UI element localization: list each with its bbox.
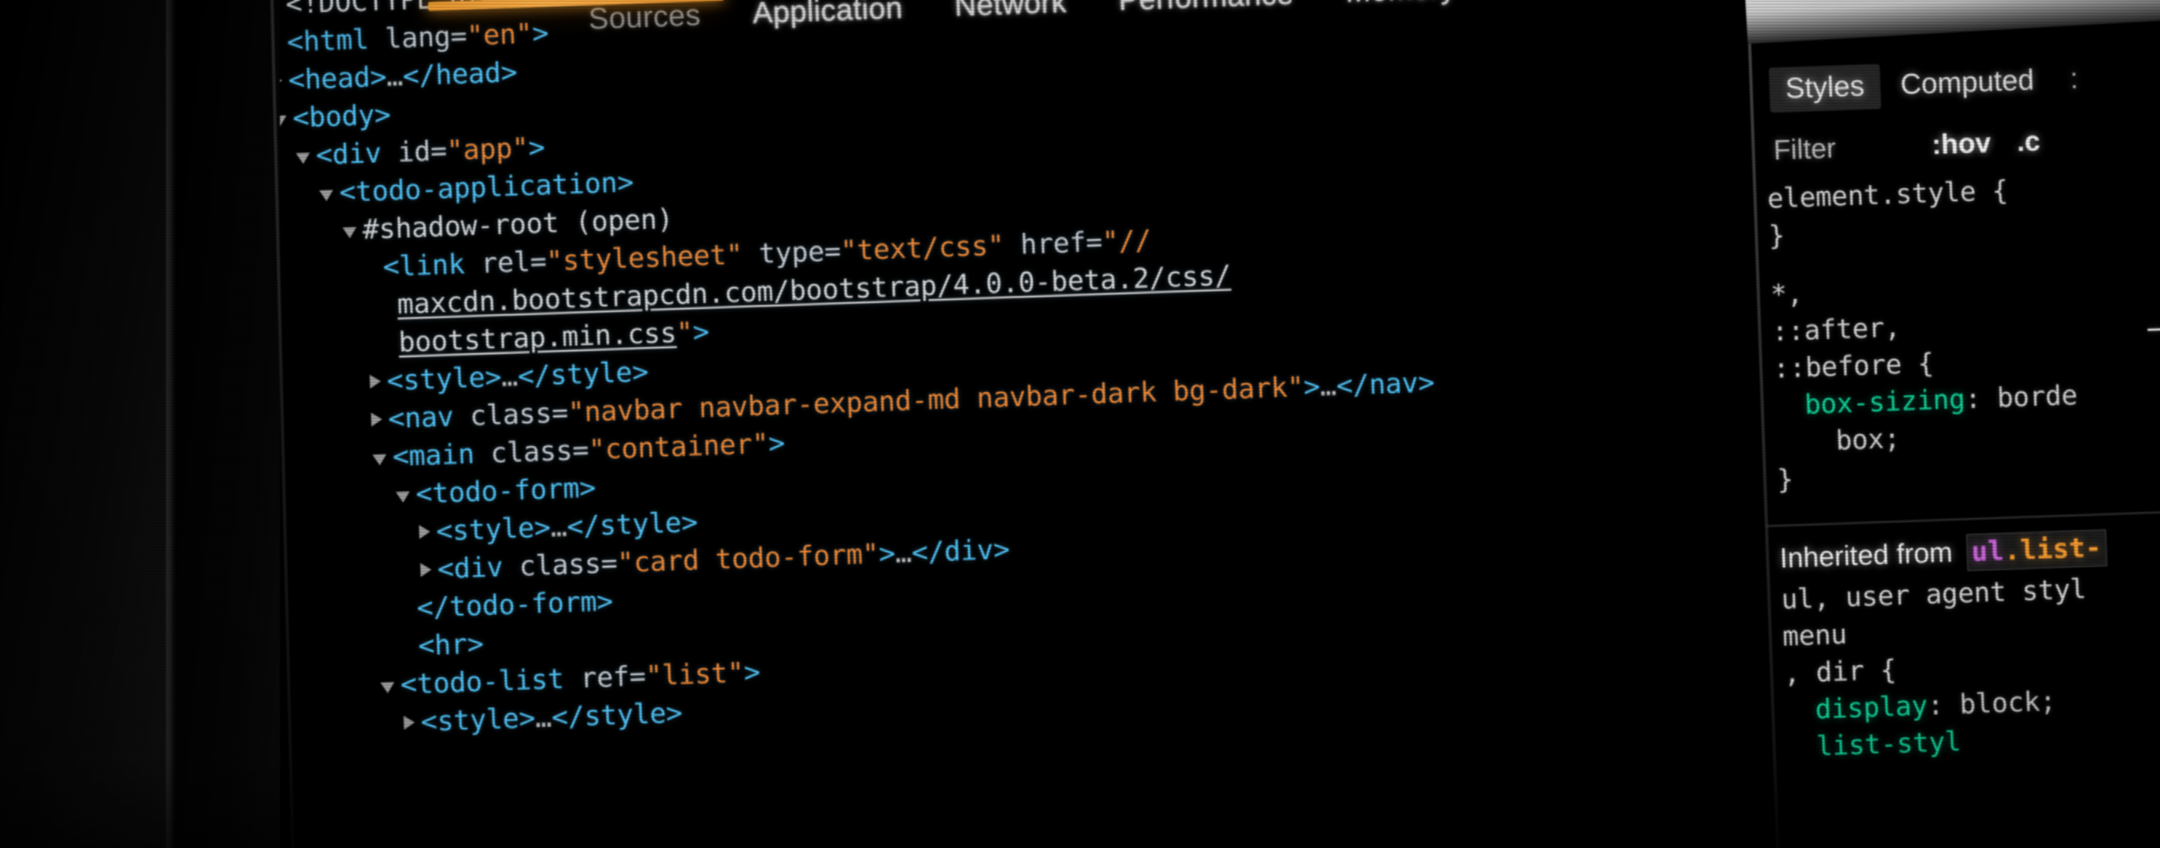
more-tabs-chevron-icon[interactable]: » [1481,0,1543,9]
dom-token-tag: </style> [566,506,699,543]
devtools-screen-photo: SourcesApplicationNetworkPerformanceMemo… [0,0,2160,848]
tab-styles[interactable]: Styles [1768,63,1882,113]
dom-token-tag: > [1303,370,1321,404]
monitor-bezel-left [0,0,172,848]
collapse-arrow-icon[interactable] [372,454,387,466]
prop-box-sizing[interactable]: box-sizing [1804,384,1966,421]
elements-dom-tree[interactable]: <!DOCTYPE html> <html lang="en"> <head>…</… [268,0,1435,848]
dom-token-ell: … [894,536,913,570]
prop-separator-2: : [1926,689,1961,722]
value-box-sizing[interactable]: borde [1997,380,2078,414]
dom-token-ell: … [1319,369,1337,403]
dom-token-attr: class= [490,434,590,470]
dom-token-attr: href= [1003,226,1103,262]
prop-display[interactable]: display [1815,691,1928,726]
value-display[interactable]: block; [1959,686,2056,720]
inherited-from-element[interactable]: ul.list- [1965,529,2108,572]
dom-token-tag: <todo-list [399,662,581,701]
dom-token-tag: </nav> [1335,366,1435,402]
tab-performance[interactable]: Performance [1092,0,1320,23]
hov-toggle-button[interactable]: :hov [1931,127,1991,161]
collapse-arrow-icon[interactable] [295,152,311,165]
dom-token-tag: <style> [420,702,536,739]
dom-token-tag: <style> [386,361,502,398]
dom-token-val: "list" [645,656,745,693]
dom-token-val: "stylesheet" [545,238,744,278]
filter-input[interactable]: Filter [1773,132,1836,166]
dom-token-val: " [675,316,694,349]
dom-token-ell: … [500,360,519,394]
expand-arrow-icon[interactable] [369,374,382,389]
dom-token-tag: <hr> [417,627,485,663]
dom-token-attr: lang= [384,20,468,55]
tab-computed[interactable]: Computed [1884,58,2051,109]
collapse-arrow-icon[interactable] [380,682,395,694]
dom-token-tag: > [767,427,786,460]
no-toggle-spacer [401,655,418,656]
tab-sources[interactable]: Sources [562,0,728,42]
dom-token-tag: <div [315,136,399,172]
dom-token-ell: … [550,510,568,544]
dom-token-attr: class= [469,396,569,433]
expand-arrow-icon[interactable] [403,715,416,730]
dom-token-tag: <main [391,437,492,473]
styles-sidebar-pane: Styles Computed : Filter :hov .c element… [1760,0,2160,848]
dom-token-tag: </head> [402,56,518,93]
bezel-highlight-edge [166,0,176,848]
dom-token-attr: type= [741,235,842,271]
dom-token-tag: > [743,656,761,689]
dom-token-tag: </div> [910,533,1011,569]
collapse-arrow-icon[interactable] [342,227,357,239]
cls-toggle-button[interactable]: .c [2016,125,2040,158]
dom-token-tag: </style> [517,355,649,393]
inherited-class-name: .list- [2003,532,2103,567]
dom-token-attr: class= [518,547,618,583]
dom-token-attr: id= [397,134,448,169]
dom-token-tag: <div [436,550,520,586]
expand-arrow-icon[interactable] [420,562,432,578]
dom-token-ell: … [385,60,404,93]
dom-token-val: "text/css" [840,229,1005,268]
dom-token-ell: … [534,701,553,735]
dom-token-attr: ref= [579,660,647,695]
expand-arrow-icon[interactable] [418,524,431,540]
tab-memory[interactable]: Memory [1319,0,1483,15]
dom-token-val: "card todo-form" [616,538,880,580]
dom-token-attr: rel= [480,245,547,280]
tab-application[interactable]: Application [726,0,929,36]
dom-token-val: "// [1101,224,1152,259]
no-toggle-spacer [366,276,383,277]
no-toggle-spacer [400,617,417,618]
dom-token-tag: <body> [292,98,392,135]
dom-token-tag: <nav [387,400,471,436]
dom-token-tag: > [527,131,546,164]
collapse-arrow-icon[interactable] [395,491,411,503]
dom-token-val: "container" [588,427,770,467]
prop-list-style[interactable]: list-styl [1816,726,1961,762]
prop-separator: : [1964,382,1998,416]
tab-overflow-indicator[interactable]: : [2053,56,2095,102]
dom-token-tag: > [878,537,896,571]
dom-token-tag: <link [382,247,482,284]
dom-token-val: "en" [466,17,533,53]
dom-token-tag: > [531,17,550,50]
expand-arrow-icon[interactable] [370,412,383,427]
collapse-arrow-icon[interactable] [319,189,334,202]
tab-network[interactable]: Network [928,0,1094,29]
dom-token-tag: > [692,315,710,349]
dom-token-tag: </todo-form> [416,585,614,625]
dom-token-tag: <head> [287,60,387,97]
dom-token-tag: <style> [435,511,552,548]
dom-token-val: "app" [446,132,530,167]
inherited-from-label: Inherited from [1779,536,1954,574]
dom-token-tag: <todo-form> [415,471,597,511]
dom-token-tag: <html [286,22,386,59]
dom-token-tag: </style> [551,696,683,734]
rule-source-link[interactable]: _reboot.s [2146,293,2160,335]
inherited-tag-name: ul [1970,535,2005,568]
devtools-left-gutter [172,0,280,848]
